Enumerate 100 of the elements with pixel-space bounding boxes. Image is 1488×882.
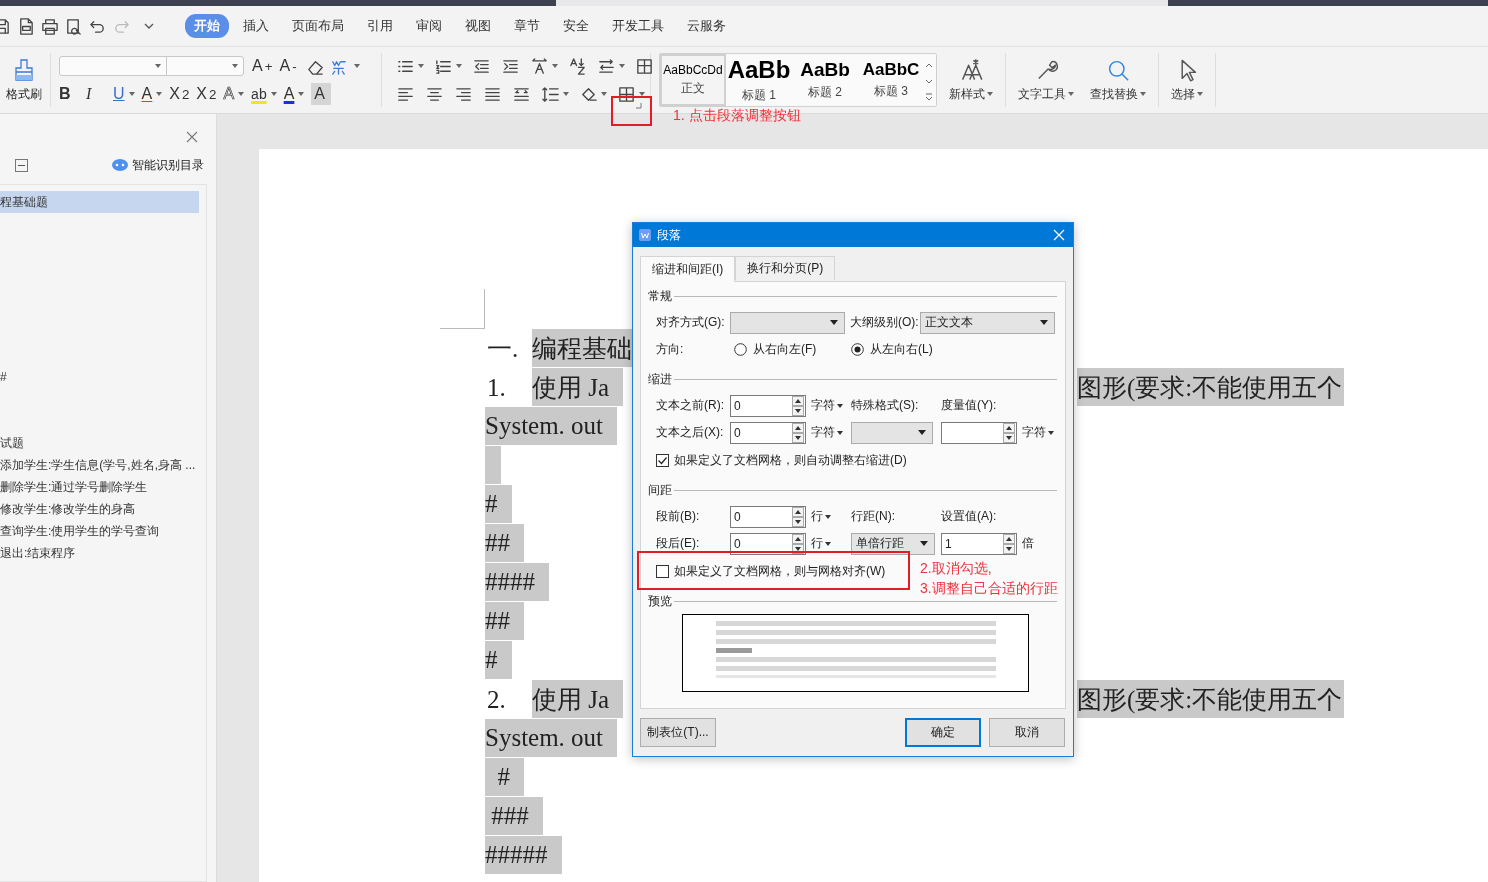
outline-item[interactable]: 添加学生:学生信息(学号,姓名,身高 ... — [0, 454, 199, 476]
collapse-icon[interactable] — [15, 158, 28, 172]
caret-icon — [825, 514, 831, 519]
outline-item[interactable]: # — [0, 366, 199, 388]
strike-button[interactable]: A — [141, 83, 163, 105]
table-layout-icon — [635, 56, 654, 76]
list-number: 1. — [486, 372, 507, 403]
document-text: ## — [485, 602, 524, 640]
dialog-button[interactable]: 制表位(T)... — [640, 718, 716, 747]
find-button[interactable]: 查找替换 — [1082, 47, 1154, 113]
dialog-button[interactable]: 取消 — [989, 718, 1065, 747]
line-spacing-icon — [541, 84, 560, 104]
unit-dropdown[interactable]: 行 — [811, 508, 851, 525]
document-text: 图形(要求:不能使用五个 — [1077, 680, 1345, 718]
smart-toc-button[interactable]: 智能识别目录 — [112, 156, 204, 174]
number-field[interactable]: 1 — [941, 532, 1017, 555]
caret-icon — [920, 541, 928, 546]
caret-icon — [918, 430, 926, 435]
spin-arrows-icon[interactable] — [792, 395, 804, 416]
text-tools-button[interactable]: 文字工具 — [1010, 47, 1082, 113]
spin-arrows-icon[interactable] — [1003, 533, 1015, 554]
margin-corner-mark — [440, 289, 485, 329]
line-break-icon — [597, 56, 616, 76]
number-field[interactable]: 0 — [730, 421, 806, 444]
menu-tab[interactable]: 云服务 — [678, 14, 735, 38]
checkbox-option[interactable]: 如果定义了文档网格，则自动调整右缩进(D) — [656, 451, 907, 469]
document-text: ##### — [485, 836, 562, 874]
caret-icon — [232, 64, 238, 68]
italic-button[interactable]: I — [86, 83, 106, 105]
caret-icon — [418, 64, 424, 68]
field-label: 段后(E): — [656, 535, 701, 552]
field-label: 特殊格式(S): — [851, 397, 920, 414]
menu-tab[interactable]: 页面布局 — [283, 14, 353, 38]
spin-arrows-icon[interactable] — [792, 533, 804, 554]
style-swatch[interactable]: AaBbCcDd 正文 — [660, 54, 726, 106]
select-button[interactable]: 选择 — [1163, 47, 1211, 113]
outline-item[interactable]: 删除学生:通过学号删除学生 — [0, 476, 199, 498]
outline-item[interactable]: 退出:结束程序 — [0, 542, 199, 564]
document-text: # — [485, 485, 512, 523]
dropdown[interactable]: 正文文本 — [920, 311, 1055, 334]
unit-dropdown[interactable]: 字符 — [1022, 424, 1057, 441]
underline-button[interactable]: U — [113, 83, 135, 105]
caret-icon — [563, 92, 569, 96]
outline-item[interactable]: 试题 — [0, 432, 199, 454]
format-painter-button[interactable]: 格式刷 — [2, 57, 46, 103]
spin-arrows-icon[interactable] — [1003, 422, 1015, 443]
sort-icon — [568, 56, 587, 76]
document-text: # — [485, 641, 512, 679]
unit-dropdown[interactable]: 行 — [811, 535, 851, 552]
outline-item[interactable]: 修改学生:修改学生的身高 — [0, 498, 199, 520]
dropdown[interactable]: 单倍行距 — [851, 532, 935, 555]
list-number: 一. — [486, 334, 520, 364]
unit-dropdown[interactable]: 字符 — [811, 424, 851, 441]
caret-icon — [837, 403, 843, 408]
text-direction-icon — [530, 56, 549, 76]
annotation-text: 2.取消勾选, — [920, 559, 993, 578]
menu-tab[interactable]: 引用 — [358, 14, 402, 38]
caret-icon — [1048, 430, 1054, 435]
section-heading: 缩进 — [648, 370, 672, 388]
number-field[interactable]: 0 — [730, 532, 806, 555]
radio-option[interactable]: 从右向左(F) — [734, 341, 849, 358]
number-field[interactable] — [941, 421, 1017, 444]
spin-arrows-icon[interactable] — [792, 506, 804, 527]
new-style-icon — [959, 57, 983, 82]
outline-item[interactable]: 查询学生:使用学生的学号查询 — [0, 520, 199, 542]
dialog-title: 段落 — [657, 226, 681, 244]
dialog-button[interactable]: 确定 — [905, 718, 981, 747]
document-text: ### — [485, 797, 543, 835]
number-field[interactable]: 0 — [730, 394, 806, 417]
color-button[interactable]: A — [283, 83, 305, 105]
font-name-field[interactable] — [59, 56, 167, 76]
field-label: 度量值(Y): — [941, 397, 998, 414]
spin-arrows-icon[interactable] — [792, 422, 804, 443]
menu-tab[interactable]: 章节 — [505, 14, 549, 38]
bold-button[interactable]: B — [59, 83, 79, 105]
menu-tab[interactable]: 视图 — [456, 14, 500, 38]
section-heading: 常规 — [648, 287, 672, 305]
new-style-button[interactable]: 新样式 — [941, 47, 1001, 113]
outline-item[interactable]: 程基础题 — [0, 191, 199, 213]
checkbox-option[interactable]: 如果定义了文档网格，则与网格对齐(W) — [656, 562, 886, 580]
shade-button[interactable]: A — [311, 83, 332, 105]
menu-tab[interactable]: 审阅 — [407, 14, 451, 38]
dialog-tab[interactable]: 换行和分页(P) — [735, 256, 836, 280]
caret-icon — [619, 64, 625, 68]
menu-tab[interactable]: 安全 — [554, 14, 598, 38]
caret-icon — [830, 320, 838, 325]
customize-caret-icon[interactable] — [144, 22, 154, 30]
dialog-tab[interactable]: 缩进和间距(I) — [640, 256, 736, 282]
unit-dropdown[interactable]: 字符 — [811, 397, 851, 414]
caret-icon — [552, 64, 558, 68]
font-size-field[interactable] — [166, 56, 244, 76]
number-field[interactable]: 0 — [730, 505, 806, 528]
field-label: 文本之前(R): — [656, 397, 725, 414]
menu-tab[interactable]: 开发工具 — [603, 14, 673, 38]
radio-option[interactable]: 从左向右(L) — [851, 341, 966, 358]
highlight-button[interactable]: ab — [251, 83, 277, 105]
section-heading: 预览 — [648, 592, 672, 610]
caret-icon — [601, 92, 607, 96]
menu-tab[interactable]: 插入 — [234, 14, 278, 38]
close-icon[interactable] — [186, 131, 198, 143]
